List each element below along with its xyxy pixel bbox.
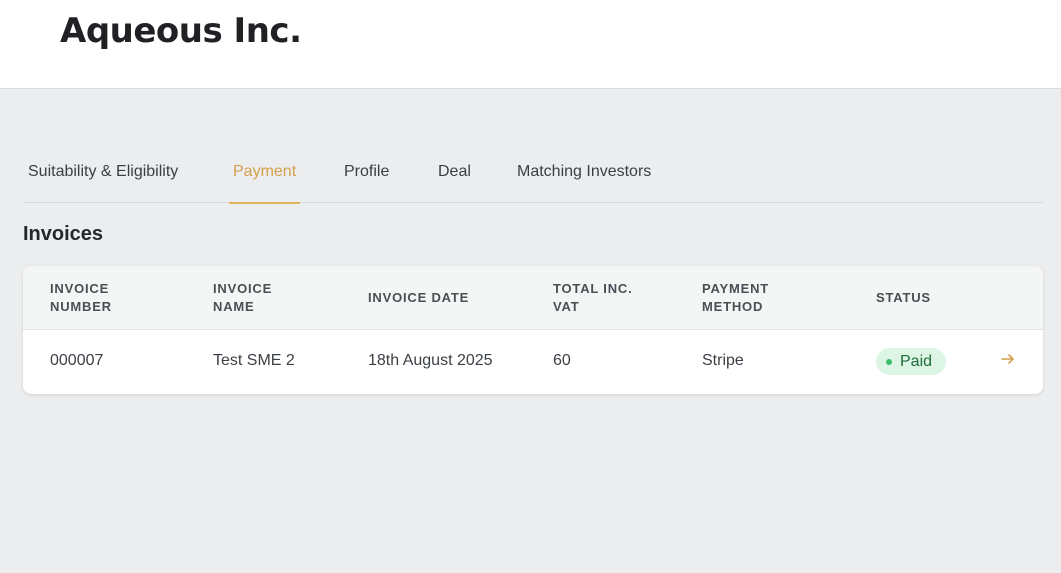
invoices-table: INVOICE NUMBER INVOICE NAME INVOICE DATE… [23, 266, 1043, 394]
column-header-payment-method: PAYMENT METHOD [702, 281, 770, 314]
total-inc-vat-cell: 60 [553, 352, 571, 369]
table-header: INVOICE NUMBER INVOICE NAME INVOICE DATE… [23, 266, 1043, 330]
invoice-number-cell: 000007 [50, 352, 104, 369]
top-header: Aqueous Inc. [0, 0, 1061, 89]
tab-bar: Suitability & Eligibility Payment Profil… [23, 150, 1043, 204]
section-title: Invoices [23, 223, 104, 245]
table-row[interactable]: 000007 Test SME 2 18th August 2025 60 St… [23, 330, 1043, 394]
tab-profile[interactable]: Profile [344, 150, 389, 203]
status-badge: Paid [876, 348, 947, 375]
column-header-status: STATUS [876, 290, 931, 305]
status-dot-icon [886, 359, 892, 365]
payment-method-cell: Stripe [702, 352, 744, 369]
invoice-date-cell: 18th August 2025 [368, 352, 493, 369]
tab-suitability-eligibility[interactable]: Suitability & Eligibility [28, 150, 178, 203]
brand-name: Aqueous Inc. [60, 11, 302, 51]
column-header-total-inc-vat: TOTAL INC. VAT [553, 281, 633, 314]
status-badge-label: Paid [900, 353, 933, 370]
tab-deal[interactable]: Deal [438, 150, 471, 203]
invoice-name-cell: Test SME 2 [213, 352, 295, 369]
arrow-right-icon[interactable] [1000, 351, 1016, 367]
tab-payment[interactable]: Payment [228, 150, 301, 204]
column-header-invoice-name: INVOICE NAME [213, 281, 273, 314]
tab-matching-investors[interactable]: Matching Investors [517, 150, 651, 203]
column-header-invoice-date: INVOICE DATE [368, 290, 470, 305]
column-header-invoice-number: INVOICE NUMBER [50, 281, 112, 314]
